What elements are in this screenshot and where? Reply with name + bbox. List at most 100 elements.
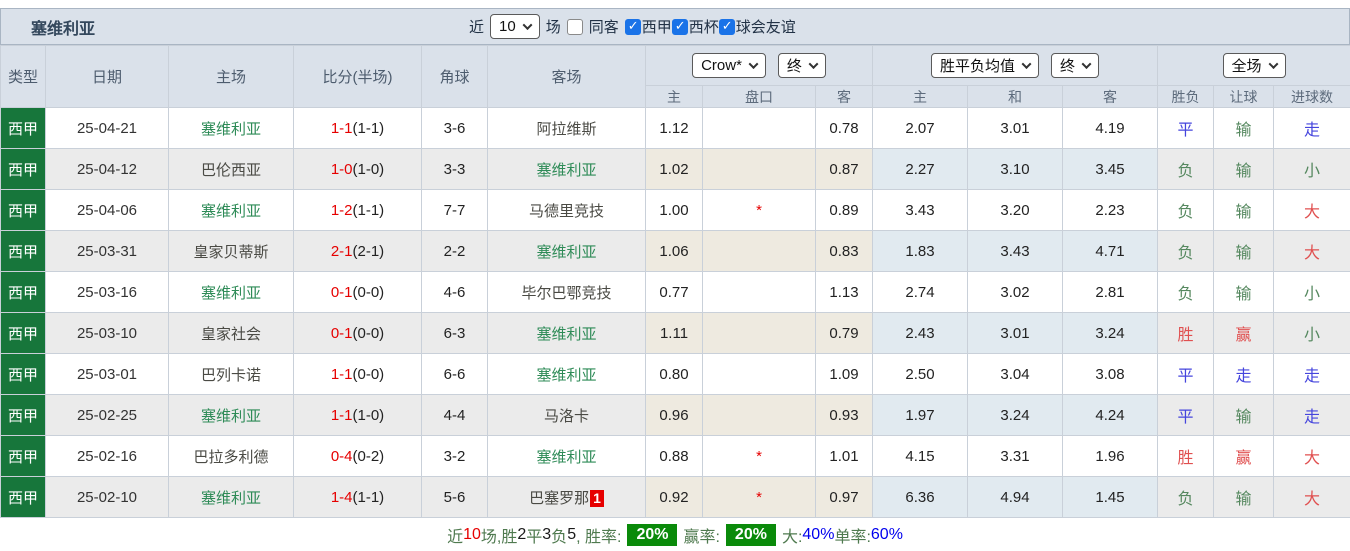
near-count-select[interactable]: 10	[490, 14, 540, 39]
cell-corner: 3-3	[421, 148, 488, 190]
cell-score: 0-4(0-2)	[293, 435, 422, 477]
cell-odds-away: 0.97	[815, 476, 873, 518]
cell-home-team[interactable]: 塞维利亚	[168, 107, 294, 149]
cell-let-result: 赢	[1213, 435, 1274, 477]
score-fulltime: 1-2	[330, 201, 353, 219]
match-row: 西甲 25-04-21 塞维利亚 1-1(1-1) 3-6 阿拉维斯 1.12 …	[0, 107, 1350, 149]
cell-avg-home: 2.43	[872, 312, 968, 354]
cell-odds-away: 0.93	[815, 394, 873, 436]
cell-let-result: 输	[1213, 394, 1274, 436]
league-checkbox[interactable]	[671, 18, 688, 35]
cell-avg-draw: 3.43	[967, 230, 1063, 272]
cell-date: 25-03-31	[45, 230, 169, 272]
match-row: 西甲 25-02-16 巴拉多利德 0-4(0-2) 3-2 塞维利亚 0.88…	[0, 435, 1350, 477]
cell-away-team[interactable]: 塞维利亚	[487, 148, 646, 190]
cell-score: 0-1(0-0)	[293, 312, 422, 354]
league-filter: 西杯	[671, 16, 719, 37]
cell-let-result: 输	[1213, 476, 1274, 518]
league-filter-group: 西甲西杯球会友谊	[624, 16, 796, 37]
summary-segment: 大:	[781, 529, 803, 546]
score-fulltime: 0-1	[330, 324, 353, 342]
cell-league-type: 西甲	[0, 435, 46, 477]
summary-segment: 近	[447, 529, 464, 546]
cell-odds-home: 1.02	[645, 148, 703, 190]
score-fulltime: 1-4	[330, 488, 353, 506]
filter-bar: 近 10 场 同客 西甲西杯球会友谊	[469, 9, 796, 44]
cell-score: 1-4(1-1)	[293, 476, 422, 518]
summary-segment: 10	[463, 526, 481, 543]
rank-badge: 1	[590, 489, 604, 507]
match-history-table: 类型 日期 主场 比分(半场) 角球 客场 Crow* 终 胜平负均值 终 全场…	[0, 45, 1350, 518]
cell-odds-home: 0.80	[645, 353, 703, 395]
match-row: 西甲 25-04-12 巴伦西亚 1-0(1-0) 3-3 塞维利亚 1.02 …	[0, 148, 1350, 190]
chevron-down-icon	[1081, 59, 1092, 70]
league-checkbox[interactable]	[624, 18, 641, 35]
odds-time-value: 终	[786, 58, 802, 75]
scope-select[interactable]: 全场	[1222, 53, 1286, 78]
cell-let-result: 输	[1213, 148, 1274, 190]
cell-away-team[interactable]: 毕尔巴鄂竞技	[487, 271, 646, 313]
same-away-checkbox[interactable]	[566, 18, 583, 35]
cell-away-team[interactable]: 塞维利亚	[487, 435, 646, 477]
cell-handicap	[702, 230, 816, 272]
cell-avg-draw: 4.94	[967, 476, 1063, 518]
cell-avg-home: 6.36	[872, 476, 968, 518]
cell-league-type: 西甲	[0, 394, 46, 436]
summary-segment: 40%	[802, 526, 835, 543]
league-label: 球会友谊	[735, 19, 796, 36]
score-halftime: (1-1)	[352, 488, 385, 506]
cell-odds-away: 1.01	[815, 435, 873, 477]
cell-away-team[interactable]: 阿拉维斯	[487, 107, 646, 149]
cell-home-team[interactable]: 巴伦西亚	[168, 148, 294, 190]
cell-odds-home: 1.12	[645, 107, 703, 149]
summary-segment: 60%	[870, 526, 903, 543]
cell-away-team[interactable]: 马德里竞技	[487, 189, 646, 231]
cell-result: 平	[1157, 107, 1214, 149]
cell-handicap: *	[702, 189, 816, 231]
match-row: 西甲 25-03-10 皇家社会 0-1(0-0) 6-3 塞维利亚 1.11 …	[0, 312, 1350, 354]
cell-goals-result: 大	[1272, 230, 1350, 272]
cell-home-team[interactable]: 皇家社会	[168, 312, 294, 354]
cell-home-team[interactable]: 巴列卡诺	[168, 353, 294, 395]
cell-odds-away: 1.13	[815, 271, 873, 313]
avg-time-select[interactable]: 终	[1051, 53, 1100, 78]
league-filter: 西甲	[624, 16, 672, 37]
cell-home-team[interactable]: 塞维利亚	[168, 476, 294, 518]
cell-handicap: *	[702, 435, 816, 477]
odds-company-select[interactable]: Crow*	[692, 53, 766, 78]
summary-segment: 平	[526, 529, 543, 546]
cell-home-team[interactable]: 巴拉多利德	[168, 435, 294, 477]
cell-away-team[interactable]: 马洛卡	[487, 394, 646, 436]
odds-time-select[interactable]: 终	[777, 53, 826, 78]
cell-home-team[interactable]: 塞维利亚	[168, 394, 294, 436]
cell-away-team[interactable]: 塞维利亚	[487, 353, 646, 395]
cell-result: 负	[1157, 189, 1214, 231]
avg-time-value: 终	[1060, 58, 1076, 75]
chevron-down-icon	[1268, 59, 1278, 70]
cell-home-team[interactable]: 塞维利亚	[168, 271, 294, 313]
cell-date: 25-02-25	[45, 394, 169, 436]
cell-away-team[interactable]: 巴塞罗那 1	[487, 476, 646, 518]
cell-avg-away: 3.24	[1062, 312, 1158, 354]
score-halftime: (0-0)	[352, 365, 385, 383]
cell-away-team[interactable]: 塞维利亚	[487, 230, 646, 272]
summary-segment: 5	[567, 526, 577, 543]
score-halftime: (1-0)	[352, 160, 385, 178]
cell-date: 25-04-21	[45, 107, 169, 149]
avg-type-select[interactable]: 胜平负均值	[930, 53, 1039, 78]
summary-segment: 场,胜	[480, 529, 518, 546]
cell-league-type: 西甲	[0, 148, 46, 190]
cell-handicap	[702, 271, 816, 313]
cell-avg-home: 3.43	[872, 189, 968, 231]
subcol-odds-away: 客	[815, 85, 873, 108]
cell-avg-home: 2.74	[872, 271, 968, 313]
cell-home-team[interactable]: 塞维利亚	[168, 189, 294, 231]
rate-badge: 20%	[725, 524, 776, 546]
cell-home-team[interactable]: 皇家贝蒂斯	[168, 230, 294, 272]
league-checkbox[interactable]	[718, 18, 735, 35]
score-fulltime: 2-1	[330, 242, 353, 260]
score-fulltime: 1-1	[330, 406, 353, 424]
cell-away-team[interactable]: 塞维利亚	[487, 312, 646, 354]
col-header-away: 客场	[487, 45, 646, 108]
cell-odds-away: 1.09	[815, 353, 873, 395]
